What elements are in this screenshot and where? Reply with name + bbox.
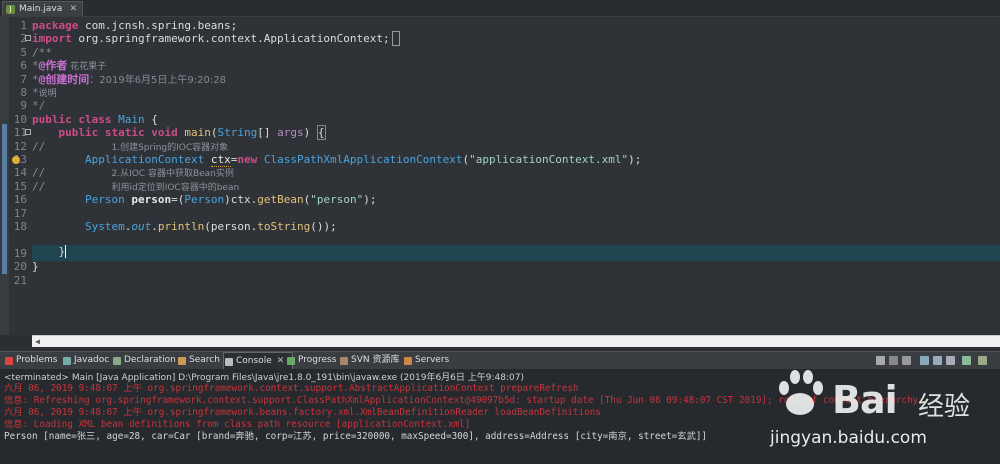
declaration-icon xyxy=(113,357,121,365)
console-log-line: 六月 06, 2019 9:48:07 上午 org.springframewo… xyxy=(4,383,579,394)
line-number: 21 xyxy=(13,273,27,287)
tab-declaration[interactable]: Declaration xyxy=(112,352,176,369)
editor-horizontal-scrollbar[interactable]: ◀ xyxy=(32,335,1000,347)
line-number: 1 xyxy=(20,19,27,32)
scroll-left-icon[interactable]: ◀ xyxy=(32,336,43,347)
watermark-brand: Bai xyxy=(832,378,898,422)
line-number: 8 xyxy=(20,86,27,99)
code-line: *@创建时间：2019年6月5日上午9:20:28 xyxy=(32,72,226,86)
change-marker xyxy=(2,124,7,274)
tab-progress[interactable]: Progress xyxy=(286,352,336,369)
code-line: // 利用id定位到IOC容器中的bean xyxy=(32,179,240,193)
editor-tab-bar: J Main.java ✕ xyxy=(0,0,1000,17)
line-number: 14 xyxy=(13,166,27,180)
line-number: 5 xyxy=(20,45,27,59)
tab-search[interactable]: Search xyxy=(177,352,220,369)
line-number: 10 xyxy=(13,112,27,126)
console-terminated-label: <terminated> Main [Java Application] D:\… xyxy=(4,373,524,383)
close-icon[interactable]: ✕ xyxy=(277,356,285,366)
fold-toggle-icon[interactable] xyxy=(25,129,31,135)
java-file-icon: J xyxy=(6,5,15,14)
paw-logo-icon xyxy=(779,370,823,415)
code-line: // 2.从IOC 容器中获取Bean实例 xyxy=(32,166,234,180)
tab-svn-repository[interactable]: SVN 资源库 xyxy=(339,352,399,369)
code-line: // 1.创建Spring的IOC容器对象 xyxy=(32,139,229,153)
editor-tab-label: Main.java xyxy=(19,4,63,14)
code-line: */ xyxy=(32,99,46,113)
line-number-gutter: 1 2 5 6 7 8 9 10 11 12 13 14 15 16 17 18… xyxy=(9,17,31,335)
code-area[interactable]: package com.jcnsh.spring.beans; import o… xyxy=(32,17,1000,335)
line-number: 16 xyxy=(13,193,27,207)
tab-javadoc[interactable]: Javadoc xyxy=(62,352,109,369)
close-icon[interactable]: ✕ xyxy=(70,2,78,17)
line-number: 17 xyxy=(13,206,27,220)
search-icon xyxy=(178,357,186,365)
code-line: import org.springframework.context.Appli… xyxy=(32,31,401,47)
servers-icon xyxy=(404,357,412,365)
console-program-output: Person [name=张三, age=28, car=Car [brand=… xyxy=(4,431,708,442)
line-number: 15 xyxy=(13,179,27,193)
editor-tab-main-java[interactable]: J Main.java ✕ xyxy=(2,1,84,17)
code-line: public class Main { xyxy=(32,112,158,126)
line-number: 6 xyxy=(20,59,27,73)
line-number: 9 xyxy=(20,99,27,113)
javadoc-icon xyxy=(63,357,71,365)
line-number: 20 xyxy=(13,260,27,274)
code-line: ApplicationContext ctx=new ClassPathXmlA… xyxy=(84,153,642,167)
overview-ruler xyxy=(0,17,9,335)
watermark-url: jingyan.baidu.com xyxy=(770,428,927,448)
line-number: 7 xyxy=(20,72,27,86)
line-number: 12 xyxy=(13,139,27,153)
code-line: Person person=(Person)ctx.getBean("perso… xyxy=(84,193,377,207)
problems-icon xyxy=(5,357,13,365)
tab-console[interactable]: Console ✕ xyxy=(223,352,294,370)
baidu-jingyan-watermark: Bai 经验 jingyan.baidu.com xyxy=(770,354,1000,454)
fold-toggle-icon[interactable] xyxy=(25,35,31,41)
console-icon xyxy=(225,358,233,366)
code-line: } xyxy=(32,260,39,274)
tab-problems[interactable]: Problems xyxy=(4,352,57,369)
code-line: *@作者 花花果子 xyxy=(32,59,107,73)
code-line: package com.jcnsh.spring.beans; xyxy=(32,19,238,32)
progress-icon xyxy=(287,357,295,365)
watermark-brand-cn: 经验 xyxy=(918,392,971,422)
console-log-line: 六月 06, 2019 9:48:07 上午 org.springframewo… xyxy=(4,407,601,418)
line-number: 19 xyxy=(13,247,27,260)
console-log-line: 信息: Loading XML bean definitions from cl… xyxy=(4,419,471,430)
current-line: }​ xyxy=(32,245,1000,261)
svn-icon xyxy=(340,357,348,365)
tab-servers[interactable]: Servers xyxy=(403,352,449,369)
code-line: System.out.println(person.toString()); xyxy=(84,220,337,233)
code-line: /** xyxy=(32,45,52,59)
code-line: public static void main(String[] args) { xyxy=(58,125,326,141)
code-line: *说明 xyxy=(32,86,57,99)
line-number: 18 xyxy=(13,220,27,233)
warning-icon[interactable] xyxy=(12,156,20,164)
code-editor[interactable]: 1 2 5 6 7 8 9 10 11 12 13 14 15 16 17 18… xyxy=(0,17,1000,335)
